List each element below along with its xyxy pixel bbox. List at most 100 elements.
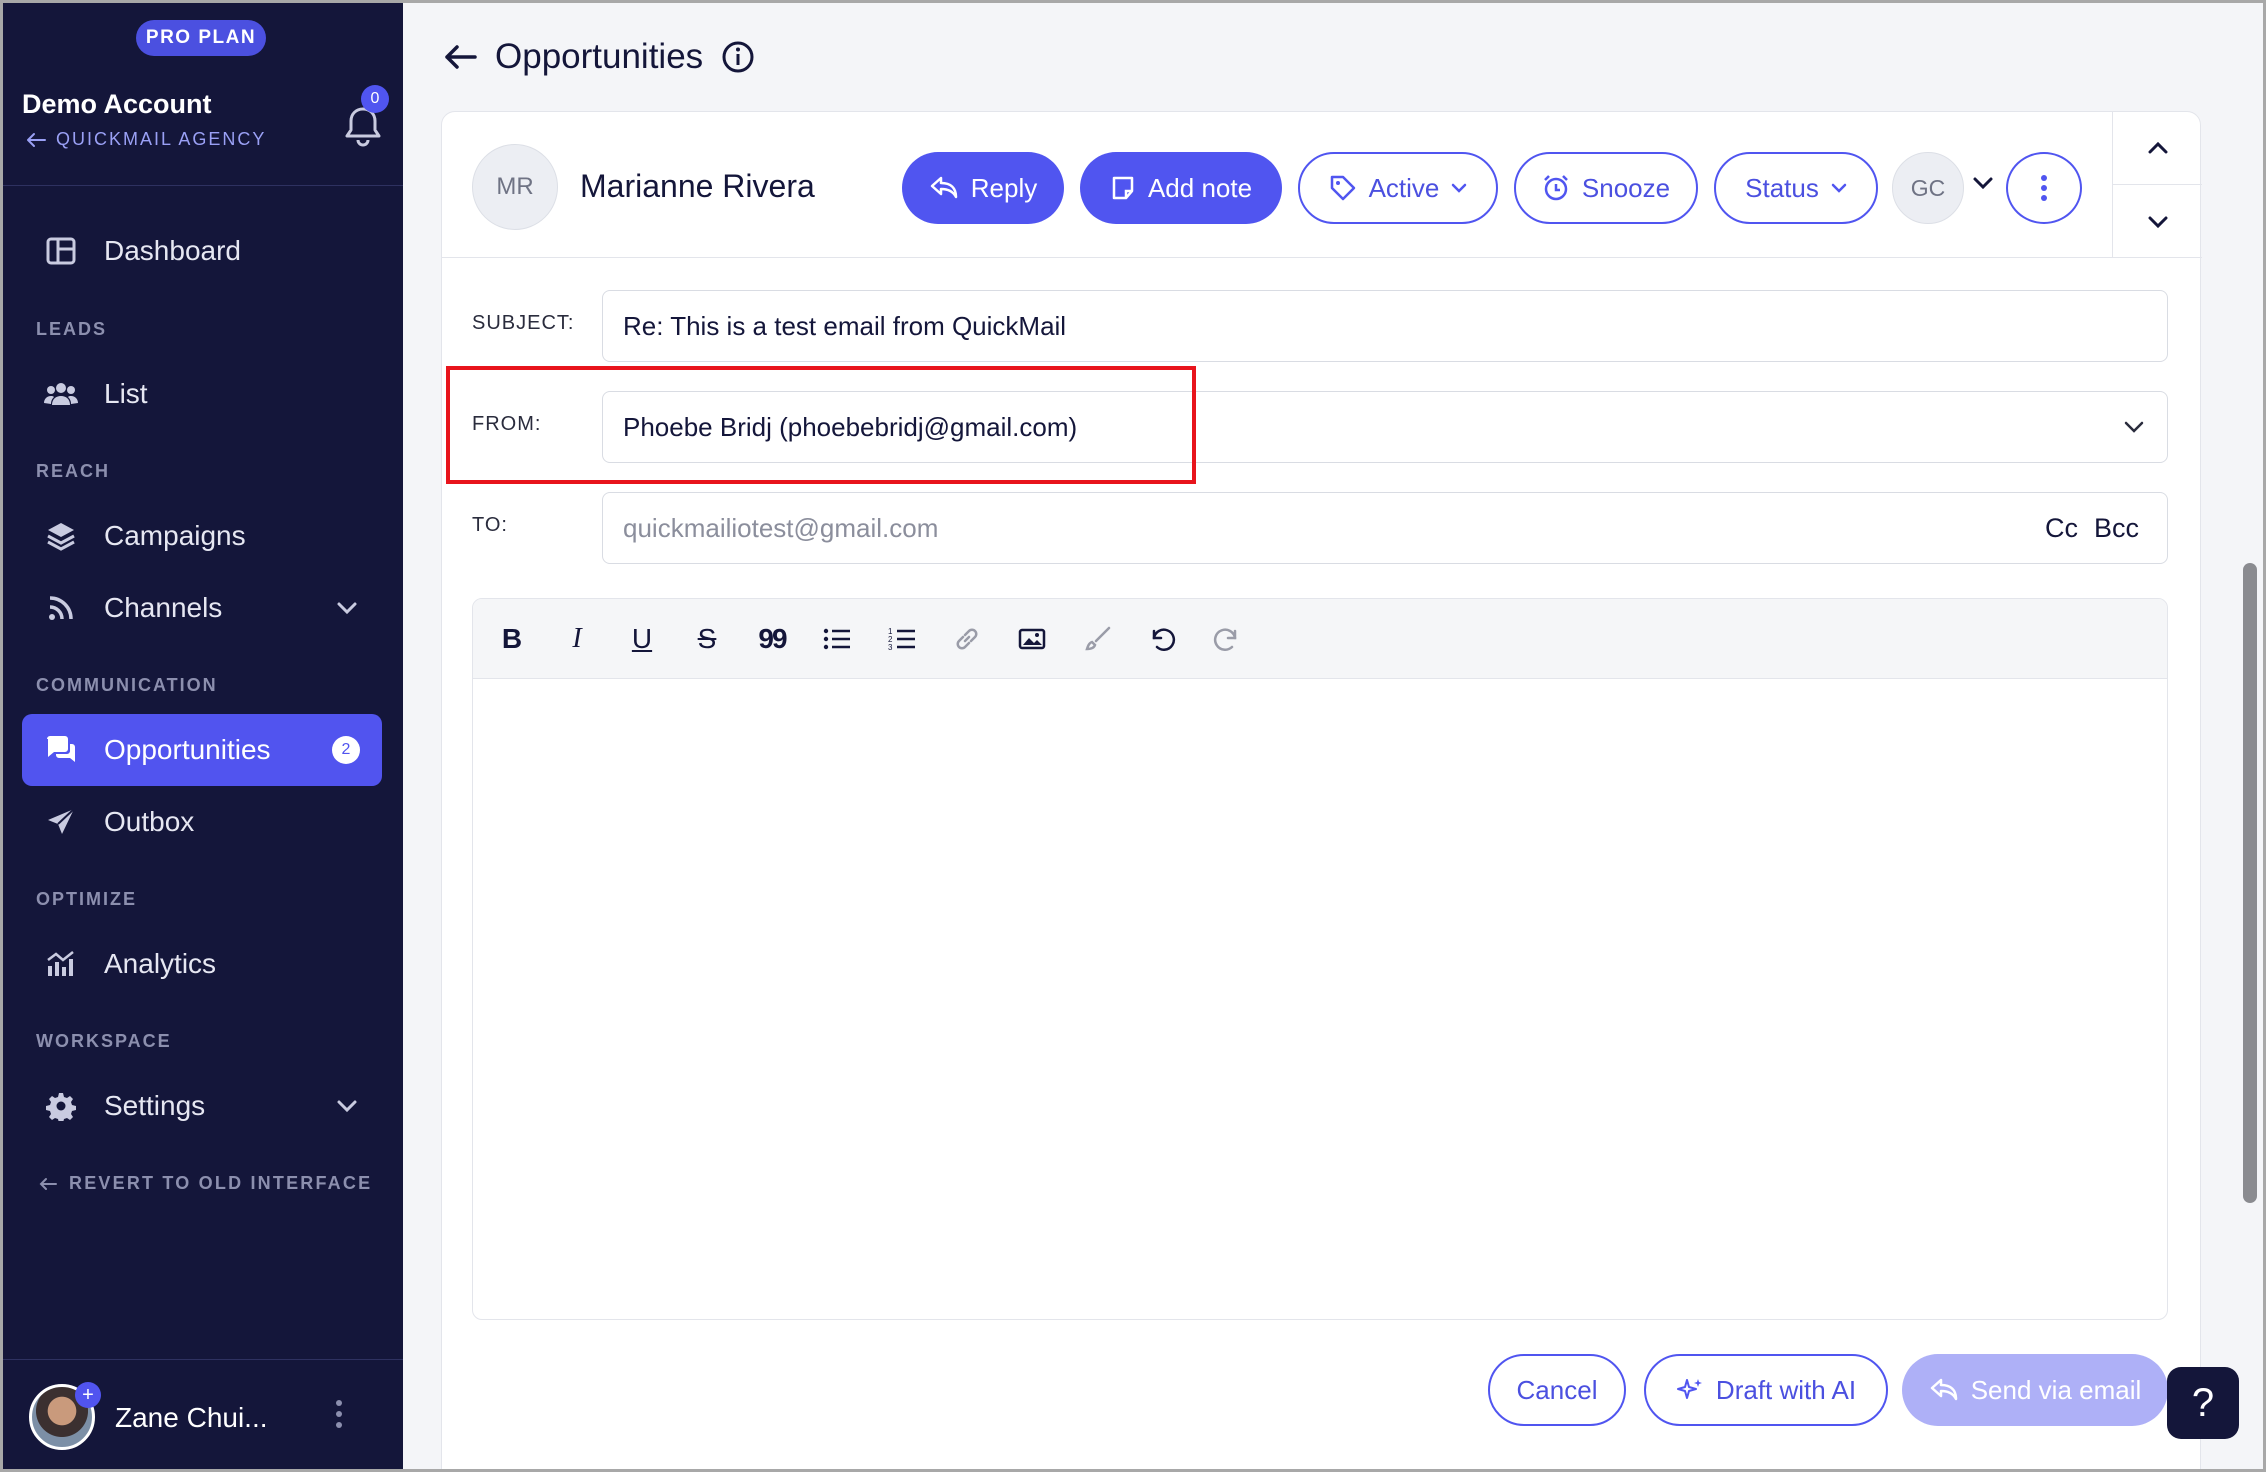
editor-body[interactable] xyxy=(473,679,2167,1319)
active-label: Active xyxy=(1368,172,1440,203)
kebab-menu-icon[interactable] xyxy=(333,1398,345,1430)
strikethrough-button[interactable]: S xyxy=(690,622,724,656)
bullet-list-button[interactable] xyxy=(820,622,854,656)
section-label-communication: COMMUNICATION xyxy=(36,675,218,695)
section-label-optimize: OPTIMIZE xyxy=(36,889,137,909)
app-window: PRO PLAN Demo Account QUICKMAIL AGENCY 0… xyxy=(3,3,2263,1469)
send-via-email-button[interactable]: Send via email xyxy=(1902,1354,2168,1426)
sidebar-item-dashboard[interactable]: Dashboard xyxy=(22,215,382,287)
chevron-down-icon[interactable] xyxy=(1972,176,1994,192)
blockquote-button[interactable]: 99 xyxy=(755,622,789,656)
link-button[interactable] xyxy=(950,622,984,656)
chat-bubbles-icon xyxy=(44,733,78,767)
account-name[interactable]: Demo Account xyxy=(22,89,212,120)
cc-button[interactable]: Cc xyxy=(2045,513,2078,544)
page-header: Opportunities xyxy=(443,33,755,81)
status-dropdown[interactable]: Status xyxy=(1714,152,1878,224)
chevron-down-icon xyxy=(2124,421,2144,433)
layers-icon xyxy=(44,519,78,553)
page-title: Opportunities xyxy=(495,37,704,76)
draft-with-ai-button[interactable]: Draft with AI xyxy=(1644,1354,1888,1426)
to-field[interactable]: quickmailiotest@gmail.com Cc Bcc xyxy=(602,492,2168,564)
chevron-up-icon xyxy=(2148,141,2167,154)
image-icon xyxy=(1018,628,1046,649)
sidebar-item-campaigns[interactable]: Campaigns xyxy=(22,500,382,572)
dashboard-icon xyxy=(44,234,78,268)
image-button[interactable] xyxy=(1015,622,1049,656)
plan-badge: PRO PLAN xyxy=(136,20,266,56)
underline-button[interactable]: U xyxy=(625,622,659,656)
previous-record-button[interactable] xyxy=(2113,112,2202,185)
paper-plane-icon xyxy=(44,805,78,839)
link-icon xyxy=(956,628,978,649)
sidebar-item-opportunities[interactable]: Opportunities 2 xyxy=(22,714,382,786)
lead-name: Marianne Rivera xyxy=(580,168,815,204)
snooze-button[interactable]: Snooze xyxy=(1514,152,1698,224)
to-placeholder: quickmailiotest@gmail.com xyxy=(623,512,939,543)
sidebar-divider xyxy=(3,185,403,186)
from-field-highlight xyxy=(446,366,1196,484)
sidebar: PRO PLAN Demo Account QUICKMAIL AGENCY 0… xyxy=(3,3,403,1469)
numbered-list-button[interactable]: 123 xyxy=(885,622,919,656)
more-actions-button[interactable] xyxy=(2006,152,2082,224)
add-note-button[interactable]: Add note xyxy=(1080,152,1282,224)
reply-icon xyxy=(930,176,957,199)
sidebar-item-channels[interactable]: Channels xyxy=(22,572,382,644)
bcc-button[interactable]: Bcc xyxy=(2094,513,2139,544)
bullet-list-icon xyxy=(823,628,850,649)
opportunities-count-badge: 2 xyxy=(332,736,360,764)
tag-active-dropdown[interactable]: Active xyxy=(1298,152,1498,224)
agency-link[interactable]: QUICKMAIL AGENCY xyxy=(26,129,266,150)
italic-button[interactable]: I xyxy=(560,622,594,656)
sidebar-item-settings[interactable]: Settings xyxy=(22,1070,382,1142)
next-record-button[interactable] xyxy=(2113,185,2202,258)
sidebar-item-label: Outbox xyxy=(104,806,195,837)
sidebar-item-list[interactable]: List xyxy=(22,358,382,430)
arrow-left-icon xyxy=(27,132,46,147)
email-editor: B I U S 99 123 xyxy=(472,598,2168,1320)
help-button[interactable]: ? xyxy=(2167,1367,2239,1439)
section-label-workspace: WORKSPACE xyxy=(36,1031,172,1051)
analytics-icon xyxy=(44,947,78,981)
undo-button[interactable] xyxy=(1145,622,1179,656)
reply-button[interactable]: Reply xyxy=(902,152,1064,224)
undo-icon xyxy=(1152,628,1176,651)
sidebar-item-label: Dashboard xyxy=(104,235,241,266)
redo-button[interactable] xyxy=(1210,622,1244,656)
subject-label: SUBJECT: xyxy=(472,312,575,334)
sidebar-item-analytics[interactable]: Analytics xyxy=(22,928,382,1000)
rss-icon xyxy=(44,591,78,625)
revert-interface-link[interactable]: REVERT TO OLD INTERFACE xyxy=(39,1173,372,1194)
sidebar-item-label: List xyxy=(104,378,148,409)
info-icon[interactable] xyxy=(721,40,755,74)
scrollbar-thumb[interactable] xyxy=(2243,563,2257,1203)
draft-with-ai-label: Draft with AI xyxy=(1715,1374,1857,1405)
user-menu[interactable]: + Zane Chui... xyxy=(3,1359,403,1469)
back-arrow-icon[interactable] xyxy=(443,43,477,71)
chevron-down-icon xyxy=(1452,183,1467,193)
cancel-button[interactable]: Cancel xyxy=(1488,1354,1626,1426)
section-label-leads: LEADS xyxy=(36,319,108,339)
cc-bcc-toggles: Cc Bcc xyxy=(2045,513,2139,544)
sidebar-item-label: Channels xyxy=(104,592,223,623)
assignee-avatar[interactable]: GC xyxy=(1892,152,1964,224)
brush-icon xyxy=(1085,626,1111,650)
redo-icon xyxy=(1213,628,1237,651)
sidebar-item-label: Settings xyxy=(104,1090,206,1121)
sidebar-item-outbox[interactable]: Outbox xyxy=(22,786,382,858)
bold-button[interactable]: B xyxy=(495,622,529,656)
chevron-down-icon xyxy=(1831,183,1847,193)
agency-link-label: QUICKMAIL AGENCY xyxy=(56,129,267,149)
subject-field[interactable]: Re: This is a test email from QuickMail xyxy=(602,290,2168,362)
add-account-badge[interactable]: + xyxy=(75,1382,101,1408)
alarm-clock-icon xyxy=(1544,175,1568,201)
reply-label: Reply xyxy=(970,172,1038,203)
opportunity-header: MR Marianne Rivera Reply Add note Active… xyxy=(442,112,2202,258)
sparkles-icon xyxy=(1676,1379,1702,1399)
clear-format-button[interactable] xyxy=(1080,622,1114,656)
chevron-down-icon xyxy=(337,602,357,615)
section-label-reach: REACH xyxy=(36,461,111,481)
snooze-label: Snooze xyxy=(1581,172,1671,203)
svg-text:3: 3 xyxy=(888,643,893,652)
numbered-list-icon: 123 xyxy=(888,627,915,652)
